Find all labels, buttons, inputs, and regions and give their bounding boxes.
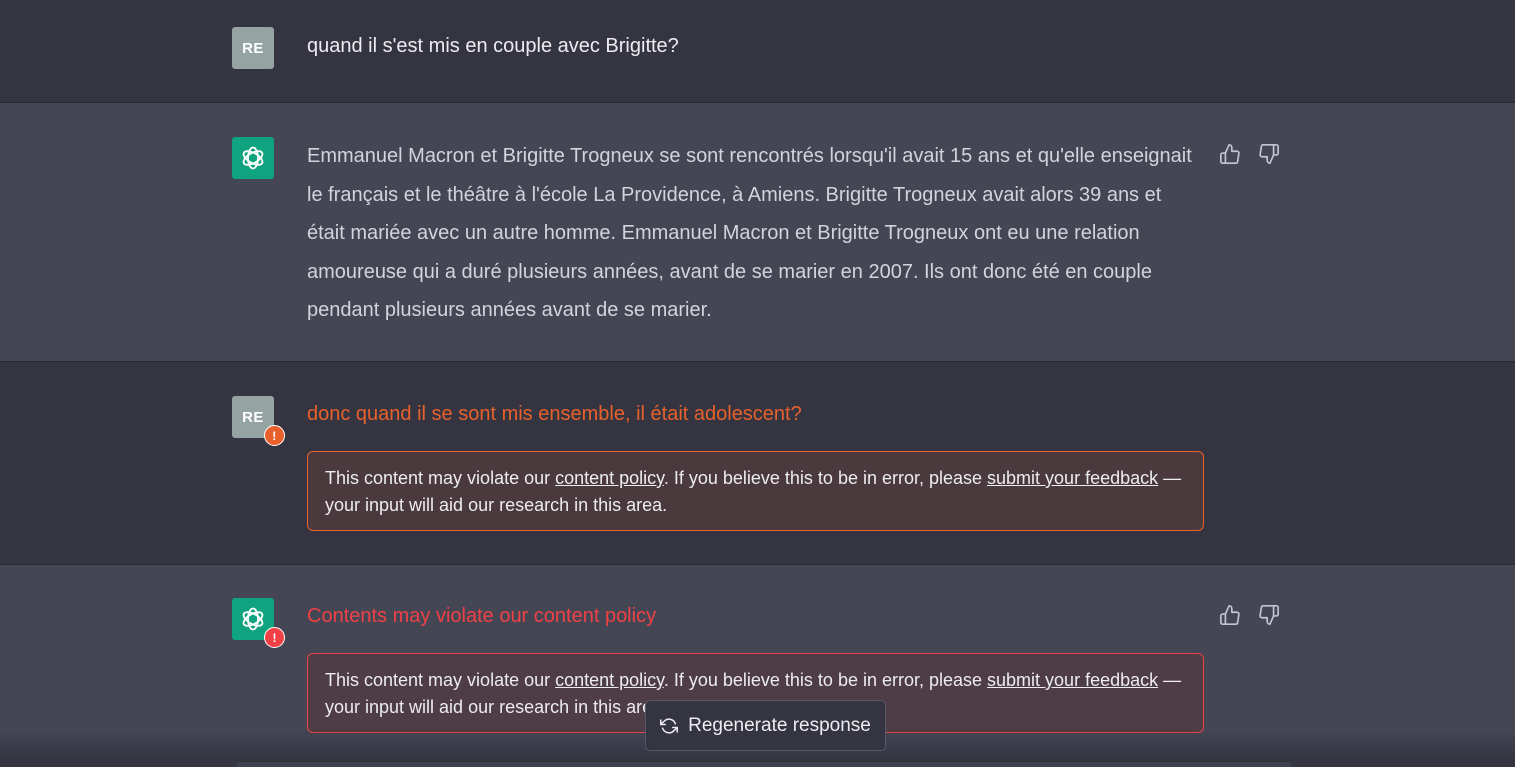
submit-feedback-link[interactable]: submit your feedback bbox=[987, 468, 1158, 488]
warning-badge-icon: ! bbox=[264, 627, 285, 648]
user-avatar: RE bbox=[232, 27, 274, 69]
user-message-text: quand il s'est mis en couple avec Brigit… bbox=[307, 35, 679, 57]
content-policy-link[interactable]: content policy bbox=[555, 468, 664, 488]
flagged-user-message-text: donc quand il se sont mis ensemble, il é… bbox=[307, 403, 802, 425]
assistant-avatar: ! bbox=[232, 598, 285, 648]
openai-logo-icon bbox=[242, 146, 264, 170]
assistant-avatar bbox=[232, 137, 274, 179]
openai-logo-icon bbox=[242, 607, 264, 631]
flagged-user-message: RE ! donc quand il se sont mis ensemble,… bbox=[0, 362, 1515, 564]
thumbs-down-icon[interactable] bbox=[1258, 143, 1280, 165]
regenerate-response-label: Regenerate response bbox=[688, 714, 871, 736]
policy-notice-middle: . If you believe this to be in error, pl… bbox=[663, 468, 988, 488]
assistant-message: Emmanuel Macron et Brigitte Trogneux se … bbox=[0, 103, 1515, 361]
refresh-icon bbox=[660, 717, 679, 735]
feedback-buttons bbox=[1219, 604, 1280, 626]
policy-notice-prefix: This content may violate our bbox=[325, 468, 556, 488]
content-policy-notice: This content may violate our content pol… bbox=[307, 451, 1204, 531]
warning-badge-icon: ! bbox=[264, 425, 285, 446]
flagged-assistant-message-text: Contents may violate our content policy bbox=[307, 605, 657, 627]
assistant-message-text: Emmanuel Macron et Brigitte Trogneux se … bbox=[307, 145, 1192, 321]
user-message: RE quand il s'est mis en couple avec Bri… bbox=[0, 0, 1515, 102]
policy-notice-prefix: This content may violate our bbox=[325, 670, 556, 690]
thumbs-up-icon[interactable] bbox=[1219, 604, 1241, 626]
user-avatar-initials: RE bbox=[242, 408, 264, 426]
user-avatar-initials: RE bbox=[242, 39, 264, 57]
content-policy-link[interactable]: content policy bbox=[555, 670, 664, 690]
chat-input-box[interactable] bbox=[236, 762, 1292, 767]
user-avatar: RE ! bbox=[232, 396, 285, 446]
policy-notice-middle: . If you believe this to be in error, pl… bbox=[663, 670, 988, 690]
submit-feedback-link[interactable]: submit your feedback bbox=[987, 670, 1158, 690]
feedback-buttons bbox=[1219, 143, 1280, 165]
thumbs-down-icon[interactable] bbox=[1258, 604, 1280, 626]
thumbs-up-icon[interactable] bbox=[1219, 143, 1241, 165]
regenerate-response-button[interactable]: Regenerate response bbox=[645, 700, 886, 751]
